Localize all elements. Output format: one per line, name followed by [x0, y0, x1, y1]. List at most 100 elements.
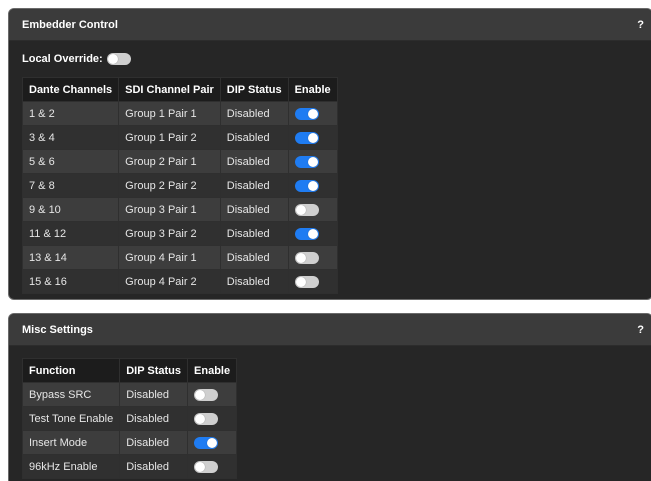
- local-override-toggle[interactable]: [106, 53, 131, 65]
- dante-channels-cell: 5 & 6: [21, 149, 120, 174]
- misc-settings-panel: Misc Settings ? Function DIP Status Enab…: [8, 313, 651, 481]
- enable-cell: [287, 101, 338, 126]
- dip-status-cell: Disabled: [219, 125, 289, 150]
- dante-channels-cell: 1 & 2: [21, 101, 120, 126]
- enable-toggle[interactable]: [294, 227, 319, 240]
- table-header-row: Dante Channels SDI Channel Pair DIP Stat…: [21, 77, 338, 102]
- function-cell: Bypass SRC: [21, 382, 121, 407]
- enable-toggle[interactable]: [294, 107, 319, 120]
- enable-toggle[interactable]: [294, 251, 319, 264]
- enable-toggle[interactable]: [294, 179, 319, 192]
- dip-status-cell: Disabled: [119, 430, 189, 455]
- column-header-function: Function: [21, 358, 121, 383]
- toggle-knob: [295, 276, 306, 287]
- toggle-knob: [307, 228, 318, 239]
- embedder-channel-table: Dante Channels SDI Channel Pair DIP Stat…: [21, 77, 338, 294]
- table-row: 7 & 8 Group 2 Pair 2 Disabled: [21, 173, 338, 198]
- sdi-channel-pair-cell: Group 1 Pair 1: [118, 101, 221, 126]
- dip-status-cell: Disabled: [219, 197, 289, 222]
- toggle-knob: [107, 54, 118, 64]
- embedder-control-panel: Embedder Control ? Local Override: Dante…: [8, 8, 651, 300]
- dip-status-cell: Disabled: [119, 454, 189, 479]
- table-row: 3 & 4 Group 1 Pair 2 Disabled: [21, 125, 338, 150]
- toggle-knob: [307, 156, 318, 167]
- misc-settings-table: Function DIP Status Enable Bypass SRC Dis…: [21, 358, 238, 479]
- enable-cell: [287, 173, 338, 198]
- table-row: 9 & 10 Group 3 Pair 1 Disabled: [21, 197, 338, 222]
- enable-toggle[interactable]: [294, 203, 319, 216]
- dip-status-cell: Disabled: [219, 269, 289, 294]
- table-row: 1 & 2 Group 1 Pair 1 Disabled: [21, 101, 338, 126]
- dip-status-cell: Disabled: [219, 149, 289, 174]
- function-cell: Insert Mode: [21, 430, 121, 455]
- toggle-knob: [307, 180, 318, 191]
- function-cell: 96kHz Enable: [21, 454, 121, 479]
- table-row: Insert Mode Disabled: [21, 430, 238, 455]
- table-row: Test Tone Enable Disabled: [21, 406, 238, 431]
- toggle-knob: [295, 252, 306, 263]
- enable-cell: [287, 269, 338, 294]
- enable-cell: [187, 382, 238, 407]
- enable-cell: [287, 221, 338, 246]
- column-header-enable: Enable: [187, 358, 238, 383]
- sdi-channel-pair-cell: Group 3 Pair 1: [118, 197, 221, 222]
- enable-cell: [287, 245, 338, 270]
- enable-toggle[interactable]: [194, 412, 219, 425]
- column-header-dip-status: DIP Status: [219, 77, 289, 102]
- misc-settings-header: Misc Settings ?: [9, 314, 651, 346]
- toggle-knob: [207, 437, 218, 448]
- toggle-knob: [195, 461, 206, 472]
- function-cell: Test Tone Enable: [21, 406, 121, 431]
- toggle-knob: [307, 132, 318, 143]
- enable-cell: [287, 197, 338, 222]
- enable-cell: [187, 454, 238, 479]
- enable-toggle[interactable]: [294, 155, 319, 168]
- toggle-knob: [295, 204, 306, 215]
- column-header-enable: Enable: [287, 77, 338, 102]
- dip-status-cell: Disabled: [219, 101, 289, 126]
- table-row: 13 & 14 Group 4 Pair 1 Disabled: [21, 245, 338, 270]
- misc-settings-body: Function DIP Status Enable Bypass SRC Dis…: [9, 346, 651, 481]
- sdi-channel-pair-cell: Group 3 Pair 2: [118, 221, 221, 246]
- dante-channels-cell: 9 & 10: [21, 197, 120, 222]
- table-row: 96kHz Enable Disabled: [21, 454, 238, 479]
- enable-cell: [287, 125, 338, 150]
- table-row: Bypass SRC Disabled: [21, 382, 238, 407]
- sdi-channel-pair-cell: Group 4 Pair 1: [118, 245, 221, 270]
- dip-status-cell: Disabled: [219, 221, 289, 246]
- enable-toggle[interactable]: [294, 275, 319, 288]
- dip-status-cell: Disabled: [119, 406, 189, 431]
- dip-status-cell: Disabled: [119, 382, 189, 407]
- sdi-channel-pair-cell: Group 2 Pair 2: [118, 173, 221, 198]
- dante-channels-cell: 13 & 14: [21, 245, 120, 270]
- help-icon[interactable]: ?: [637, 19, 644, 31]
- sdi-channel-pair-cell: Group 4 Pair 2: [118, 269, 221, 294]
- table-header-row: Function DIP Status Enable: [21, 358, 238, 383]
- help-icon[interactable]: ?: [637, 324, 644, 336]
- dante-channels-cell: 3 & 4: [21, 125, 120, 150]
- enable-toggle[interactable]: [194, 388, 219, 401]
- toggle-knob: [195, 389, 206, 400]
- table-row: 5 & 6 Group 2 Pair 1 Disabled: [21, 149, 338, 174]
- misc-settings-title: Misc Settings: [22, 323, 93, 336]
- enable-toggle[interactable]: [294, 131, 319, 144]
- embedder-control-header: Embedder Control ?: [9, 9, 651, 41]
- toggle-knob: [195, 413, 206, 424]
- dante-channels-cell: 7 & 8: [21, 173, 120, 198]
- embedder-control-title: Embedder Control: [22, 18, 118, 31]
- enable-toggle[interactable]: [194, 460, 219, 473]
- enable-toggle[interactable]: [194, 436, 219, 449]
- dante-channels-cell: 15 & 16: [21, 269, 120, 294]
- column-header-dante-channels: Dante Channels: [21, 77, 120, 102]
- toggle-knob: [307, 108, 318, 119]
- dip-status-cell: Disabled: [219, 173, 289, 198]
- enable-cell: [187, 406, 238, 431]
- enable-cell: [187, 430, 238, 455]
- dip-status-cell: Disabled: [219, 245, 289, 270]
- embedder-control-body: Local Override: Dante Channels SDI Chann…: [9, 41, 651, 299]
- dante-channels-cell: 11 & 12: [21, 221, 120, 246]
- local-override-label: Local Override:: [22, 53, 103, 65]
- local-override-row: Local Override:: [22, 51, 639, 67]
- sdi-channel-pair-cell: Group 1 Pair 2: [118, 125, 221, 150]
- sdi-channel-pair-cell: Group 2 Pair 1: [118, 149, 221, 174]
